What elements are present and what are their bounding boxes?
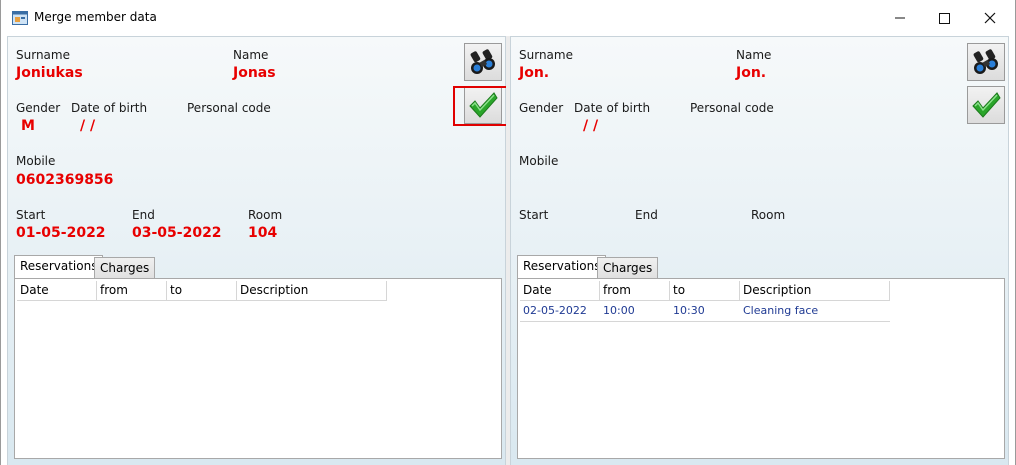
- mobile-label: Mobile: [16, 154, 56, 168]
- row-to: 10:30: [673, 304, 705, 317]
- row-from: 10:00: [603, 304, 635, 317]
- binoculars-icon: [470, 49, 495, 74]
- name-value: Jon.: [736, 65, 767, 81]
- minimize-icon: [895, 17, 905, 19]
- name-value: Jonas: [233, 65, 276, 81]
- room-label: Room: [751, 208, 786, 222]
- gender-label: Gender: [519, 101, 564, 115]
- mobile-value: 0602369856: [16, 172, 114, 188]
- start-label: Start: [16, 208, 46, 222]
- selected-highlight: [453, 86, 511, 126]
- surname-value: Joniukas: [16, 65, 83, 81]
- dob-label: Date of birth: [574, 101, 651, 115]
- merge-member-window: Merge member data Surname Joniukas Name …: [0, 0, 1016, 465]
- column-header-date[interactable]: Date: [520, 281, 600, 301]
- row-divider: [520, 321, 890, 322]
- column-header-from[interactable]: from: [97, 281, 167, 301]
- surname-value: Jon.: [519, 65, 550, 81]
- start-value: 01-05-2022: [16, 225, 106, 241]
- surname-label: Surname: [519, 48, 573, 62]
- end-value: 03-05-2022: [132, 225, 222, 241]
- column-header-description[interactable]: Description: [237, 281, 387, 301]
- name-label: Name: [736, 48, 772, 62]
- select-member-button[interactable]: [967, 86, 1005, 124]
- binoculars-icon: [973, 49, 998, 74]
- title-bar: Merge member data: [1, 0, 1015, 36]
- end-label: End: [132, 208, 155, 222]
- end-label: End: [635, 208, 658, 222]
- minimize-button[interactable]: [885, 6, 915, 30]
- tab-charges[interactable]: Charges: [94, 257, 156, 278]
- row-description: Cleaning face: [743, 304, 819, 317]
- window-title: Merge member data: [34, 10, 157, 24]
- table-row[interactable]: 02-05-2022 10:00 10:30 Cleaning face: [520, 301, 890, 322]
- dob-value: / /: [80, 118, 96, 134]
- dob-label: Date of birth: [71, 101, 148, 115]
- mobile-label: Mobile: [519, 154, 559, 168]
- reservations-grid[interactable]: Date from to Description: [14, 278, 502, 459]
- personal-code-label: Personal code: [187, 101, 271, 115]
- checkmark-icon: [972, 92, 1001, 118]
- tab-reservations[interactable]: Reservations: [14, 255, 104, 278]
- tab-reservations[interactable]: Reservations: [517, 255, 607, 278]
- column-header-to[interactable]: to: [670, 281, 740, 301]
- column-header-from[interactable]: from: [600, 281, 670, 301]
- right-member-panel: Surname Jon. Name Jon. Gender Date of bi…: [510, 36, 1009, 465]
- name-label: Name: [233, 48, 269, 62]
- close-icon: [984, 12, 996, 24]
- tab-charges[interactable]: Charges: [597, 257, 659, 278]
- left-member-panel: Surname Joniukas Name Jonas Gender M Dat…: [7, 36, 511, 465]
- personal-code-label: Personal code: [690, 101, 774, 115]
- reservations-grid[interactable]: Date from to Description 02-05-2022 10:0…: [517, 278, 1005, 459]
- gender-value: M: [21, 118, 35, 134]
- gender-label: Gender: [16, 101, 61, 115]
- row-date: 02-05-2022: [523, 304, 587, 317]
- column-header-date[interactable]: Date: [17, 281, 97, 301]
- search-member-button[interactable]: [967, 43, 1005, 81]
- column-header-to[interactable]: to: [167, 281, 237, 301]
- start-label: Start: [519, 208, 549, 222]
- surname-label: Surname: [16, 48, 70, 62]
- close-button[interactable]: [975, 6, 1005, 30]
- room-value: 104: [248, 225, 278, 241]
- dob-value: / /: [583, 118, 599, 134]
- room-label: Room: [248, 208, 283, 222]
- column-header-description[interactable]: Description: [740, 281, 890, 301]
- app-icon: [12, 10, 28, 25]
- search-member-button[interactable]: [464, 43, 502, 81]
- maximize-icon: [939, 13, 950, 24]
- maximize-button[interactable]: [929, 6, 959, 30]
